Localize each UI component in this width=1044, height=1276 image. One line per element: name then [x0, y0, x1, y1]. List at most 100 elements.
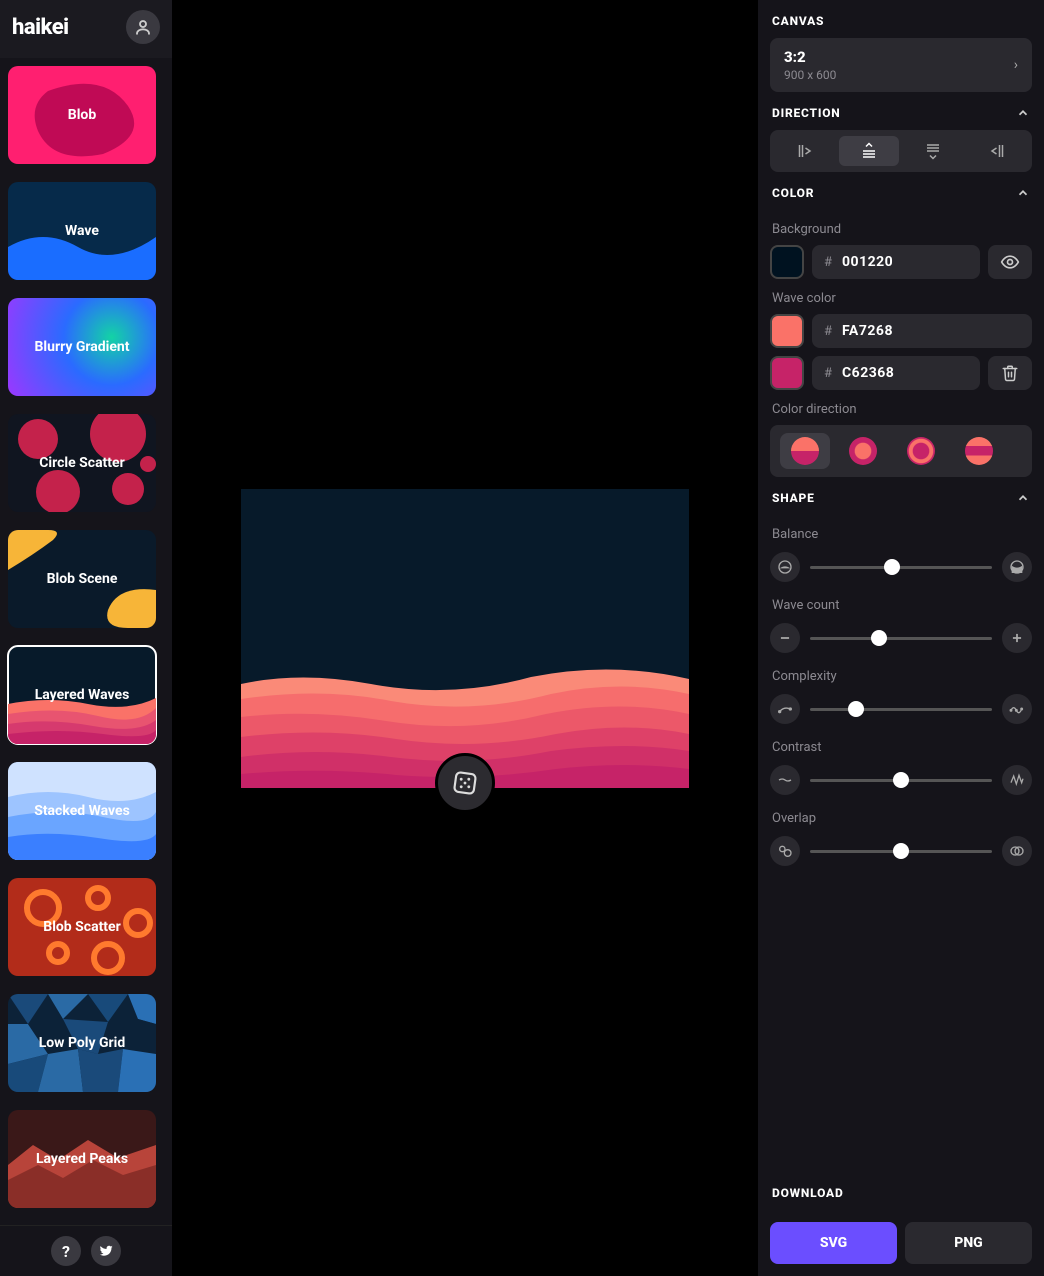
preview-canvas [241, 489, 689, 788]
color-direction-label: Color direction [770, 390, 1032, 425]
download-png-button[interactable]: PNG [905, 1222, 1032, 1264]
generator-label: Blob [64, 107, 100, 123]
section-title-download: DOWNLOAD [770, 1172, 1032, 1210]
direction-top-icon [924, 142, 942, 160]
decrease-wave-count-button[interactable] [770, 623, 800, 653]
contrast-high-icon[interactable] [1002, 765, 1032, 795]
generator-card-stacked-waves[interactable]: Stacked Waves [8, 762, 156, 860]
wave-color-2-hex-input[interactable]: # C62368 [812, 356, 980, 390]
section-title-canvas: CANVAS [770, 0, 1032, 38]
gradient-radial-out-icon [849, 437, 877, 465]
balance-slider[interactable] [810, 566, 992, 569]
background-hex: 001220 [842, 254, 893, 270]
color-direction-stripe[interactable] [954, 433, 1004, 469]
color-direction-options [770, 425, 1032, 477]
wave-count-label: Wave count [770, 586, 1032, 621]
toggle-visibility-button[interactable] [988, 245, 1032, 279]
generator-list: Blob Wave Blurry Gradient Circle Scatter… [0, 58, 172, 1225]
balance-label: Balance [770, 515, 1032, 550]
direction-top[interactable] [903, 136, 964, 166]
wave-count-slider[interactable] [810, 637, 992, 640]
trash-icon [1001, 364, 1019, 382]
overlap-high-icon[interactable] [1002, 836, 1032, 866]
direction-left[interactable] [774, 136, 835, 166]
complexity-low-icon[interactable] [770, 694, 800, 724]
generator-card-low-poly-grid[interactable]: Low Poly Grid [8, 994, 156, 1092]
complexity-label: Complexity [770, 657, 1032, 692]
twitter-icon [98, 1243, 114, 1259]
wave-color-1-swatch[interactable] [770, 314, 804, 348]
chevron-right-icon: › [1014, 57, 1018, 73]
eye-icon [1000, 252, 1020, 272]
generator-card-circle-scatter[interactable]: Circle Scatter [8, 414, 156, 512]
aspect-ratio-selector[interactable]: 3:2 900 x 600 › [770, 38, 1032, 92]
section-title-color[interactable]: COLOR [770, 172, 1032, 210]
complexity-high-icon[interactable] [1002, 694, 1032, 724]
increase-wave-count-button[interactable] [1002, 623, 1032, 653]
wave-color-2-swatch[interactable] [770, 356, 804, 390]
gradient-stripe-icon [965, 437, 993, 465]
hash-symbol: # [824, 324, 832, 339]
logo-text: haikei [12, 15, 69, 40]
direction-bottom[interactable] [839, 136, 900, 166]
chevron-up-icon [1016, 491, 1030, 505]
shape-title-text: SHAPE [772, 491, 815, 505]
randomize-button[interactable] [435, 753, 495, 813]
direction-options [770, 130, 1032, 172]
download-svg-button[interactable]: SVG [770, 1222, 897, 1264]
twitter-button[interactable] [91, 1236, 121, 1266]
generator-label: Stacked Waves [30, 803, 134, 819]
background-swatch[interactable] [770, 245, 804, 279]
aspect-ratio: 3:2 [784, 48, 836, 66]
help-button[interactable]: ? [51, 1236, 81, 1266]
chevron-up-icon [1016, 186, 1030, 200]
generator-label: Layered Waves [31, 687, 134, 703]
section-title-shape[interactable]: SHAPE [770, 477, 1032, 515]
wave-color-label: Wave color [770, 279, 1032, 314]
contrast-low-icon[interactable] [770, 765, 800, 795]
logo: haikei [12, 15, 69, 40]
generator-card-layered-waves[interactable]: Layered Waves [8, 646, 156, 744]
generator-card-layered-peaks[interactable]: Layered Peaks [8, 1110, 156, 1208]
question-icon: ? [62, 1242, 70, 1261]
generator-label: Blob Scatter [39, 919, 124, 935]
color-direction-linear[interactable] [780, 433, 830, 469]
hash-symbol: # [824, 366, 832, 381]
direction-right-icon [989, 142, 1007, 160]
balance-low-icon[interactable] [770, 552, 800, 582]
user-icon [134, 18, 152, 36]
direction-bottom-icon [860, 142, 878, 160]
generator-card-blurry-gradient[interactable]: Blurry Gradient [8, 298, 156, 396]
generator-card-blob-scatter[interactable]: Blob Scatter [8, 878, 156, 976]
sidebar-header: haikei [0, 0, 172, 58]
generator-card-wave[interactable]: Wave [8, 182, 156, 280]
color-direction-radial-out[interactable] [838, 433, 888, 469]
generator-label: Low Poly Grid [35, 1035, 130, 1051]
overlap-slider[interactable] [810, 850, 992, 853]
layered-waves-preview [241, 489, 689, 788]
download-svg-label: SVG [820, 1235, 847, 1251]
complexity-slider[interactable] [810, 708, 992, 711]
wave-color-1-hex-input[interactable]: # FA7268 [812, 314, 1032, 348]
dice-icon [452, 770, 478, 796]
canvas-area [172, 0, 758, 1276]
gradient-radial-in-icon [907, 437, 935, 465]
contrast-label: Contrast [770, 728, 1032, 763]
direction-left-icon [795, 142, 813, 160]
account-button[interactable] [126, 10, 160, 44]
balance-high-icon[interactable] [1002, 552, 1032, 582]
color-direction-radial-in[interactable] [896, 433, 946, 469]
delete-color-button[interactable] [988, 356, 1032, 390]
contrast-slider[interactable] [810, 779, 992, 782]
generator-card-blob-scene[interactable]: Blob Scene [8, 530, 156, 628]
section-title-direction[interactable]: DIRECTION [770, 92, 1032, 130]
sidebar-footer: ? [0, 1225, 172, 1276]
generator-label: Wave [61, 223, 103, 239]
direction-right[interactable] [968, 136, 1029, 166]
generator-label: Layered Peaks [32, 1151, 132, 1167]
overlap-low-icon[interactable] [770, 836, 800, 866]
generator-card-blob[interactable]: Blob [8, 66, 156, 164]
generator-sidebar: haikei Blob Wave Blurry Gradient Circle … [0, 0, 172, 1276]
generator-label: Blurry Gradient [30, 339, 133, 355]
background-hex-input[interactable]: # 001220 [812, 245, 980, 279]
